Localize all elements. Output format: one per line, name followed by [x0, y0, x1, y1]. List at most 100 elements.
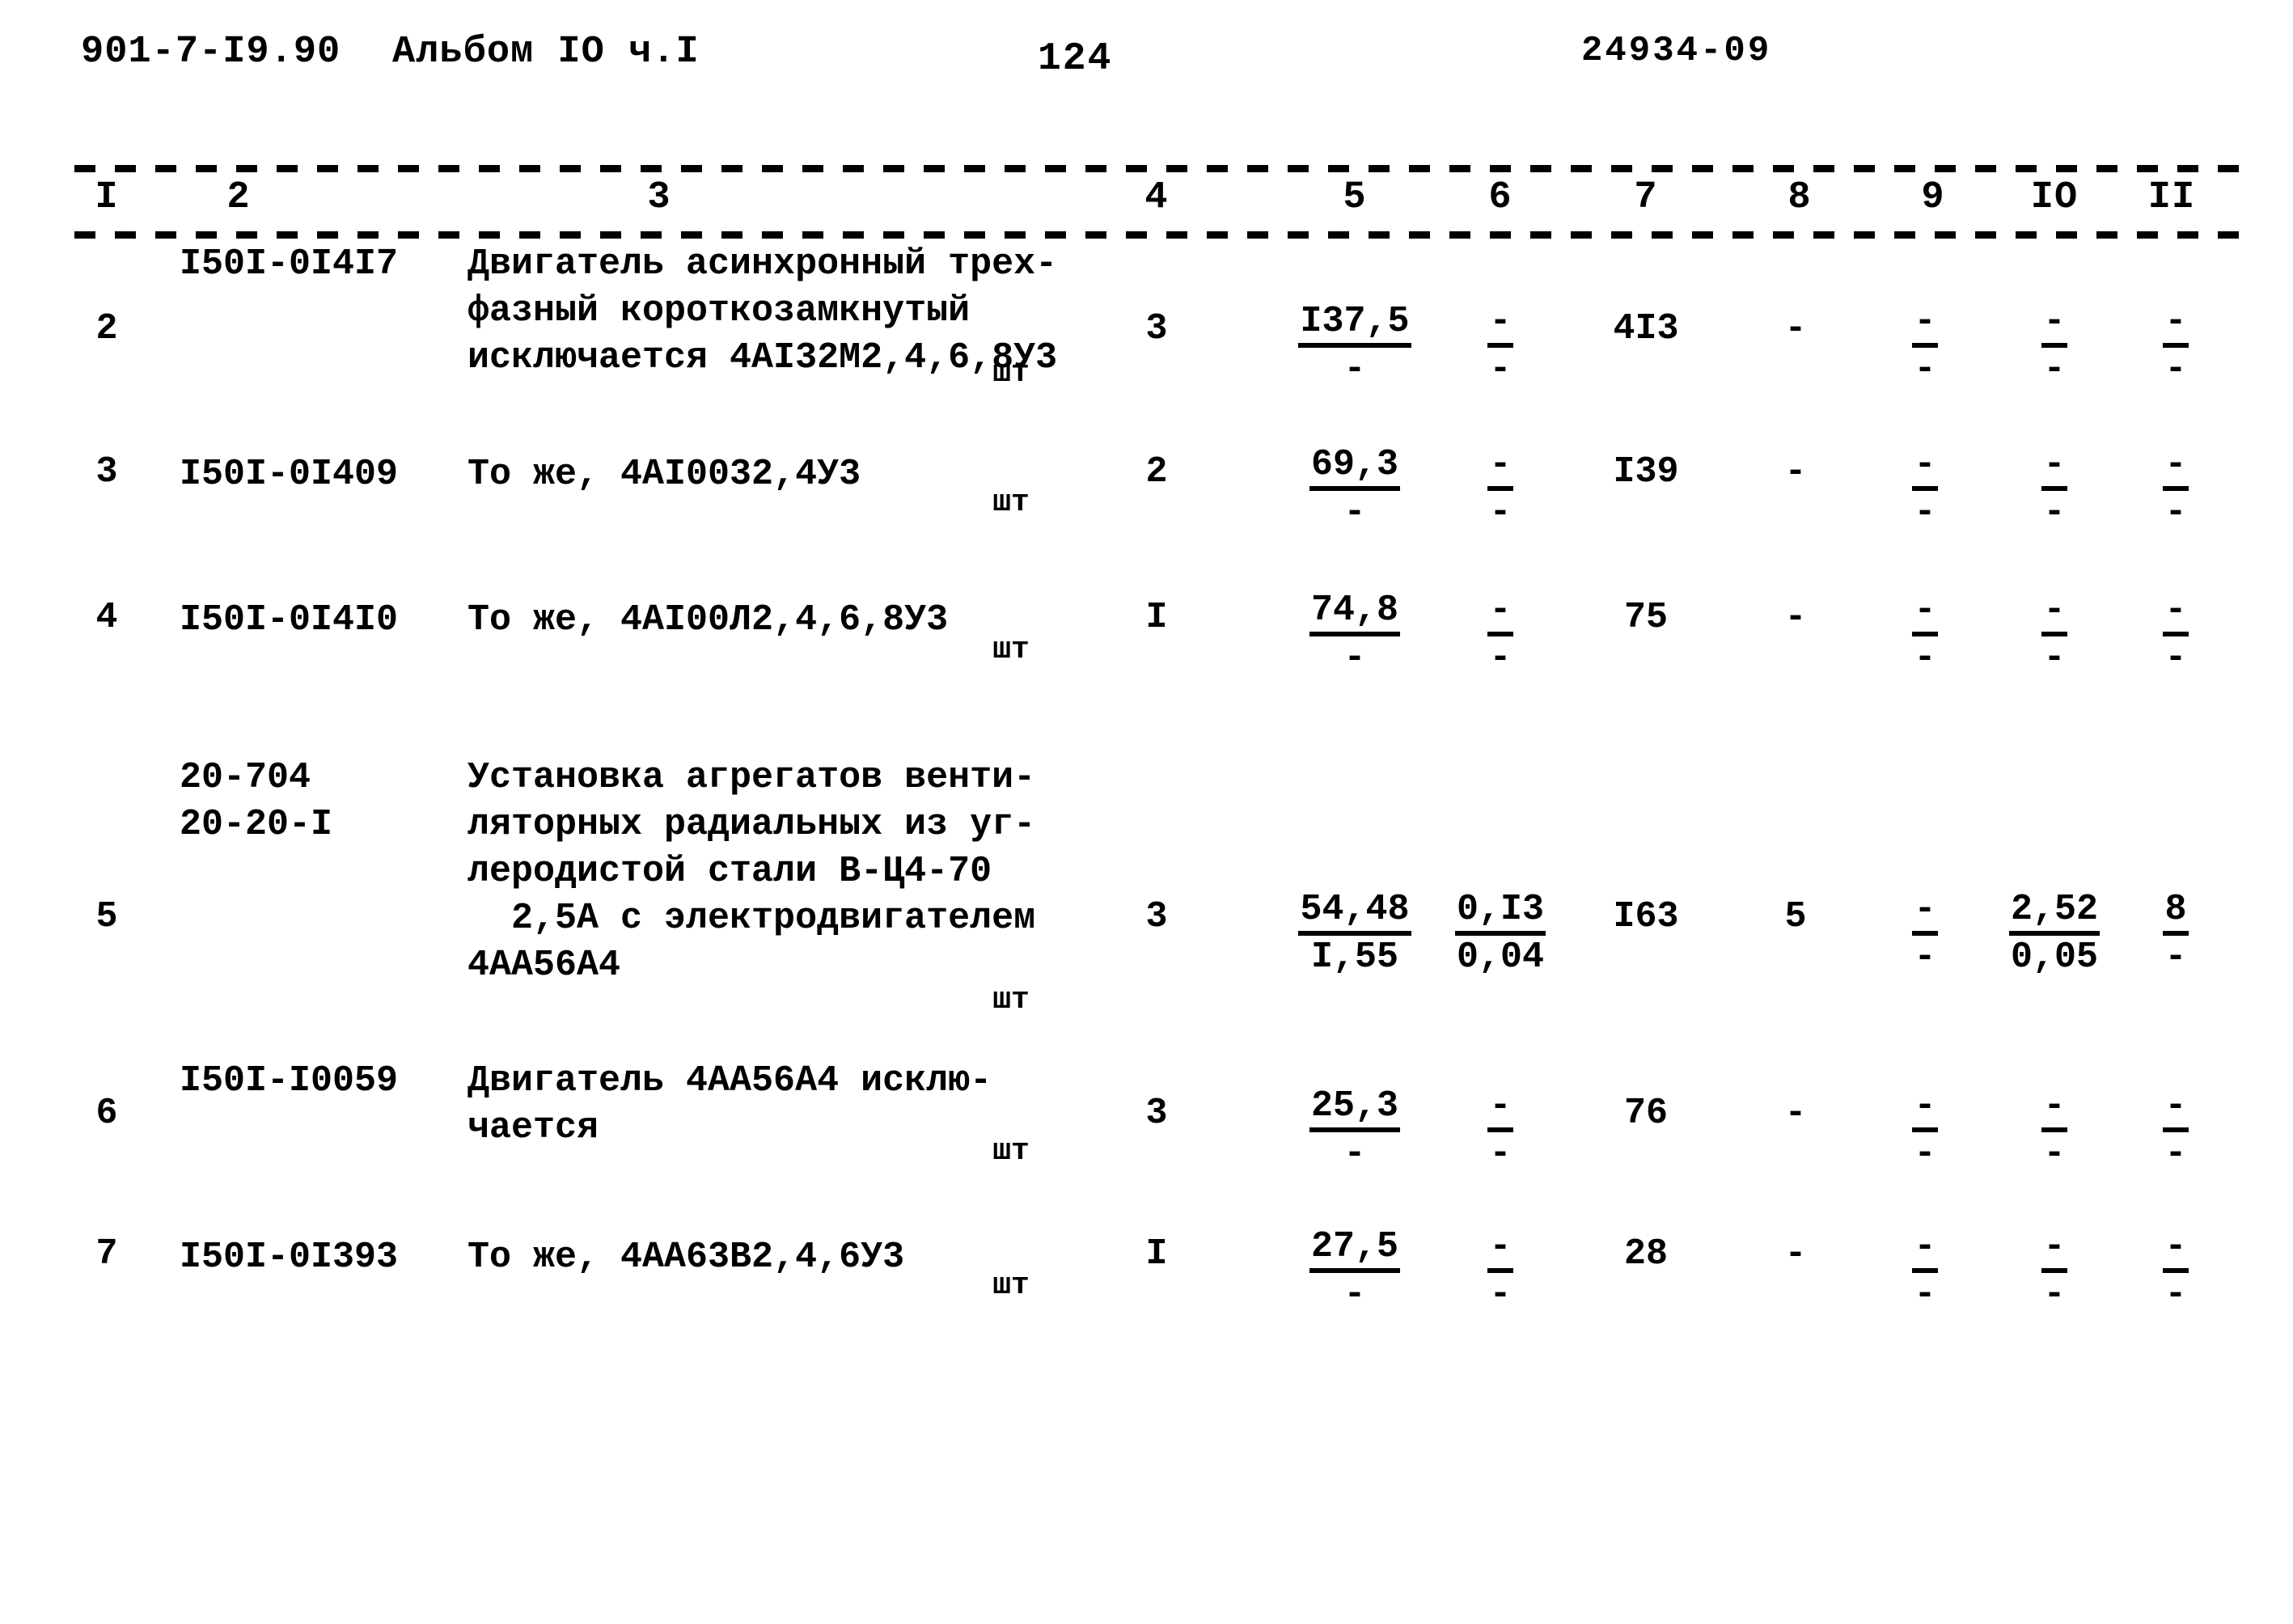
row-col10-denominator: - — [2043, 1274, 2066, 1315]
row-col9-numerator: - — [1912, 590, 1938, 636]
row-ordinal: 5 — [95, 896, 118, 937]
row-col10: -- — [1986, 590, 2123, 682]
row-col6: 0,I3 0,04 — [1428, 889, 1573, 981]
row-col9: -- — [1868, 889, 1982, 981]
row-ordinal: 6 — [95, 1093, 118, 1134]
row-col10: -- — [1986, 1085, 2123, 1178]
row-col9-numerator: - — [1912, 1085, 1938, 1132]
row-col9: -- — [1868, 1226, 1982, 1318]
row-col11-denominator: - — [2164, 1133, 2187, 1174]
table-rule-bottom — [74, 231, 2242, 239]
row-col9: -- — [1868, 1085, 1982, 1178]
column-header-10: IO — [2030, 176, 2079, 219]
row-col11-denominator: - — [2164, 937, 2187, 978]
row-unit: шт — [992, 632, 1030, 667]
row-col11: -- — [2119, 1226, 2232, 1318]
table-rule-top — [74, 165, 2242, 172]
row-col5-numerator: 25,3 — [1309, 1085, 1401, 1132]
row-col6: -- — [1428, 1226, 1573, 1318]
column-header-1: I — [95, 176, 119, 219]
row-ordinal: 4 — [95, 597, 118, 638]
row-col11-denominator: - — [2164, 637, 2187, 679]
album-label: Альбом IO ч.I — [392, 31, 700, 74]
row-col8: 5 — [1784, 896, 1807, 937]
row-col10-denominator: - — [2043, 637, 2066, 679]
row-col6-numerator: - — [1487, 590, 1513, 636]
row-col5-numerator: 74,8 — [1309, 590, 1401, 636]
row-col9-numerator: - — [1912, 889, 1938, 936]
row-col9-denominator: - — [1914, 637, 1936, 679]
row-col6-numerator: - — [1487, 1226, 1513, 1273]
row-col10: -- — [1986, 1226, 2123, 1318]
row-col9-denominator: - — [1914, 937, 1936, 978]
row-col5: 25,3- — [1282, 1085, 1428, 1178]
row-col10-numerator: - — [2041, 1226, 2067, 1273]
row-unit: шт — [992, 983, 1030, 1017]
column-header-2: 2 — [226, 176, 251, 219]
row-col7: 76 — [1623, 1093, 1668, 1134]
row-col6-denominator: 0,04 — [1456, 937, 1545, 978]
row-col5: 27,5- — [1282, 1226, 1428, 1318]
row-code: I50I-0I393 — [180, 1237, 399, 1278]
row-col5-denominator: - — [1343, 637, 1366, 679]
row-col10-numerator: 2,52 — [2008, 889, 2101, 936]
row-col5-numerator: 54,48 — [1298, 889, 1411, 936]
document-header: 901-7-I9.90 Альбом IO ч.I 124 24934-09 — [0, 31, 2293, 89]
series-code: 901-7-I9.90 — [81, 31, 341, 74]
row-col10-numerator: - — [2041, 1085, 2067, 1132]
row-col11-numerator: - — [2163, 1226, 2189, 1273]
row-col6-denominator: - — [1489, 1133, 1512, 1174]
row-col5: 74,8- — [1282, 590, 1428, 682]
row-col8: - — [1784, 597, 1807, 638]
row-col7: 28 — [1623, 1233, 1668, 1275]
row-col5-numerator: 27,5 — [1309, 1226, 1401, 1273]
row-code: I50I-I0059 — [180, 1060, 399, 1102]
row-col6-denominator: - — [1489, 1274, 1512, 1315]
column-header-11: II — [2147, 176, 2196, 219]
row-col11-numerator: 8 — [2163, 889, 2189, 936]
row-description: Установка агрегатов венти- ляторных ради… — [467, 757, 1036, 986]
row-col10-denominator: - — [2043, 1133, 2066, 1174]
column-header-7: 7 — [1634, 176, 1658, 219]
row-col10-numerator: - — [2041, 590, 2067, 636]
page-number: 124 — [1038, 37, 1113, 81]
row-col8: - — [1784, 1233, 1807, 1275]
row-col8: - — [1784, 1093, 1807, 1134]
column-header-4: 4 — [1144, 176, 1169, 219]
document-page: 901-7-I9.90 Альбом IO ч.I 124 24934-09 I… — [0, 0, 2293, 1624]
row-col11-numerator: - — [2163, 1085, 2189, 1132]
row-col6: -- — [1428, 1085, 1573, 1178]
row-col5-denominator: I,55 — [1310, 937, 1399, 978]
row-col10-denominator: 0,05 — [2010, 937, 2099, 978]
row-col9-numerator: - — [1912, 1226, 1938, 1273]
row-unit: шт — [992, 1268, 1030, 1303]
row-col5-denominator: - — [1343, 1133, 1366, 1174]
row-col4: I — [1145, 597, 1168, 638]
row-ordinal: 7 — [95, 1233, 118, 1275]
row-col5: 54,48 I,55 — [1282, 889, 1428, 981]
row-col11-denominator: - — [2164, 1274, 2187, 1315]
column-header-6: 6 — [1488, 176, 1512, 219]
row-col9-denominator: - — [1914, 1274, 1936, 1315]
row-col11: -- — [2119, 1085, 2232, 1178]
column-header-9: 9 — [1921, 176, 1945, 219]
row-col11: -- — [2119, 590, 2232, 682]
row-col6-numerator: - — [1487, 1085, 1513, 1132]
row-col4: I — [1145, 1233, 1168, 1275]
row-col9-denominator: - — [1914, 1133, 1936, 1174]
column-header-8: 8 — [1787, 176, 1812, 219]
row-col6: -- — [1428, 590, 1573, 682]
column-header-5: 5 — [1343, 176, 1367, 219]
row-col6-denominator: - — [1489, 637, 1512, 679]
row-col7: I63 — [1613, 896, 1679, 937]
row-col9: -- — [1868, 590, 1982, 682]
row-unit: шт — [992, 1134, 1030, 1169]
row-col7: 75 — [1623, 597, 1668, 638]
row-col11: 8- — [2119, 889, 2232, 981]
row-col11-numerator: - — [2163, 590, 2189, 636]
row-code: 20-704 20-20-I — [180, 757, 333, 845]
column-header-3: 3 — [647, 176, 671, 219]
stamp-code: 24934-09 — [1581, 31, 1772, 71]
row-code: I50I-0I4I0 — [180, 599, 399, 641]
table-row: 7 I50I-0I393 То же, 4АА63В2,4,6У3 шт I 27,5- -… — [0, 243, 2293, 1315]
